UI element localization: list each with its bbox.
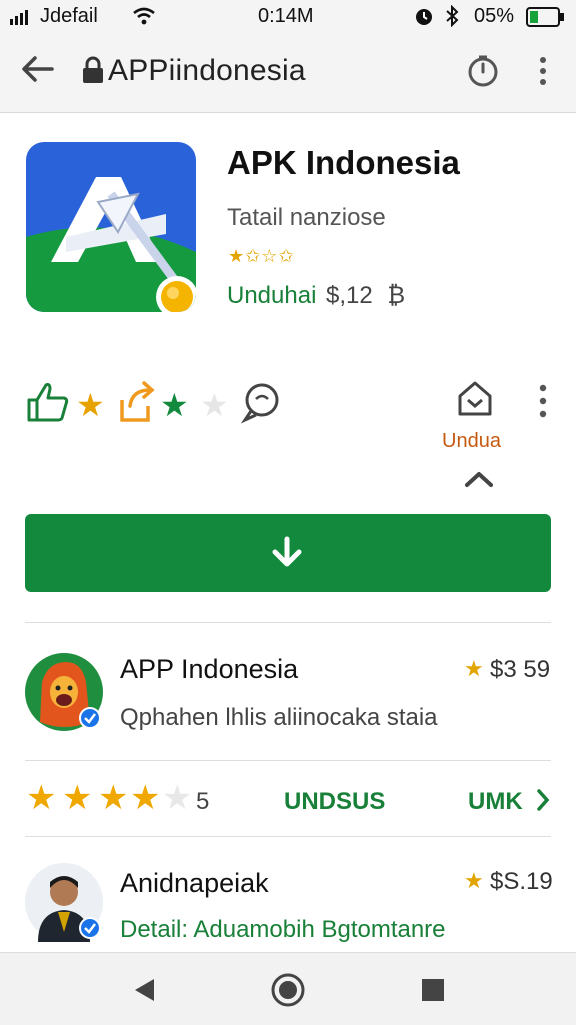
rating-value: 5 [196,788,210,815]
list-item[interactable]: APP Indonesia Qphahen lhlis aliinocaka s… [0,640,576,750]
half-star-icon: ★ [162,779,193,817]
nav-back-icon[interactable] [132,977,156,1008]
bolt-star-icon: ★ [464,656,484,681]
app-rating-stars: ★✩☆✩ [228,246,295,266]
lock-icon [82,56,104,89]
list-item-price: $3 59 [490,656,551,683]
address-bar: APPiindonesia [0,34,576,113]
battery-percent: 05% [474,5,515,27]
download-arrow-icon [271,536,303,573]
like-icon[interactable] [26,382,70,427]
star-icon: ★ [98,779,129,817]
list-item-price: $S.19 [490,868,553,895]
save-home-icon[interactable] [456,380,494,423]
divider [25,836,551,837]
empty-star-icon[interactable]: ★ [200,386,229,424]
comment-icon[interactable] [240,382,282,429]
app-developer[interactable]: Tatail nanziose [227,204,386,232]
divider [25,622,551,623]
app-icon[interactable] [26,142,196,312]
coin-badge-icon [154,274,196,312]
timer-icon[interactable] [466,54,500,93]
app-title: APK Indonesia [227,144,460,181]
verified-badge-icon [78,916,102,945]
overflow-menu-icon[interactable] [538,56,548,91]
system-nav-bar [0,952,576,1025]
carrier-label: Jdefail [40,5,98,27]
price-value: $,12 [326,282,373,309]
star-icon[interactable]: ★ [76,386,105,424]
favorite-star-icon[interactable]: ★ [160,386,189,424]
more-link[interactable]: UMK [468,788,523,816]
clock: 0:14M [258,5,314,27]
star-icon: ★ [26,779,57,817]
star-icon: ★ [62,779,93,817]
status-bar: Jdefail 0:14M 05% [0,0,576,34]
list-item-subtitle: Qphahen lhlis aliinocaka staia [120,704,438,731]
bolt-star-icon: ★ [464,868,484,893]
list-item-title: APP Indonesia [120,654,299,684]
divider [25,760,551,761]
app-price: $,12 ₿ [326,282,405,310]
chevron-up-icon[interactable] [464,470,494,493]
category-link[interactable]: UNDSUS [284,788,385,816]
action-label[interactable]: Undua [442,430,501,453]
wifi-icon [132,6,156,31]
verified-badge-icon [78,706,102,735]
install-button[interactable] [25,514,551,592]
alarm-icon [414,7,434,32]
star-icon: ★ [130,779,161,817]
battery-icon [526,7,566,32]
list-item-subtitle: Detail: Aduamobih Bgtomtanre [120,916,446,943]
nav-home-icon[interactable] [271,973,305,1012]
nav-recents-icon[interactable] [421,978,445,1007]
signal-icon [10,9,32,30]
download-count-label: Unduhai [227,282,317,309]
more-options-icon[interactable] [538,384,548,423]
price-symbol: ₿ [387,282,406,309]
share-icon[interactable] [116,380,160,429]
list-item-title: Anidnapeiak [120,868,269,898]
rating-row: ★ ★ ★ ★ ★ 5 UNDSUS UMK [0,770,576,830]
back-arrow-icon[interactable] [20,54,56,89]
list-item[interactable]: Anidnapeiak Detail: Aduamobih Bgtomtanre… [0,850,576,950]
url-text[interactable]: APPiindonesia [108,54,306,88]
bluetooth-icon [444,4,460,32]
chevron-right-icon[interactable] [536,788,550,817]
